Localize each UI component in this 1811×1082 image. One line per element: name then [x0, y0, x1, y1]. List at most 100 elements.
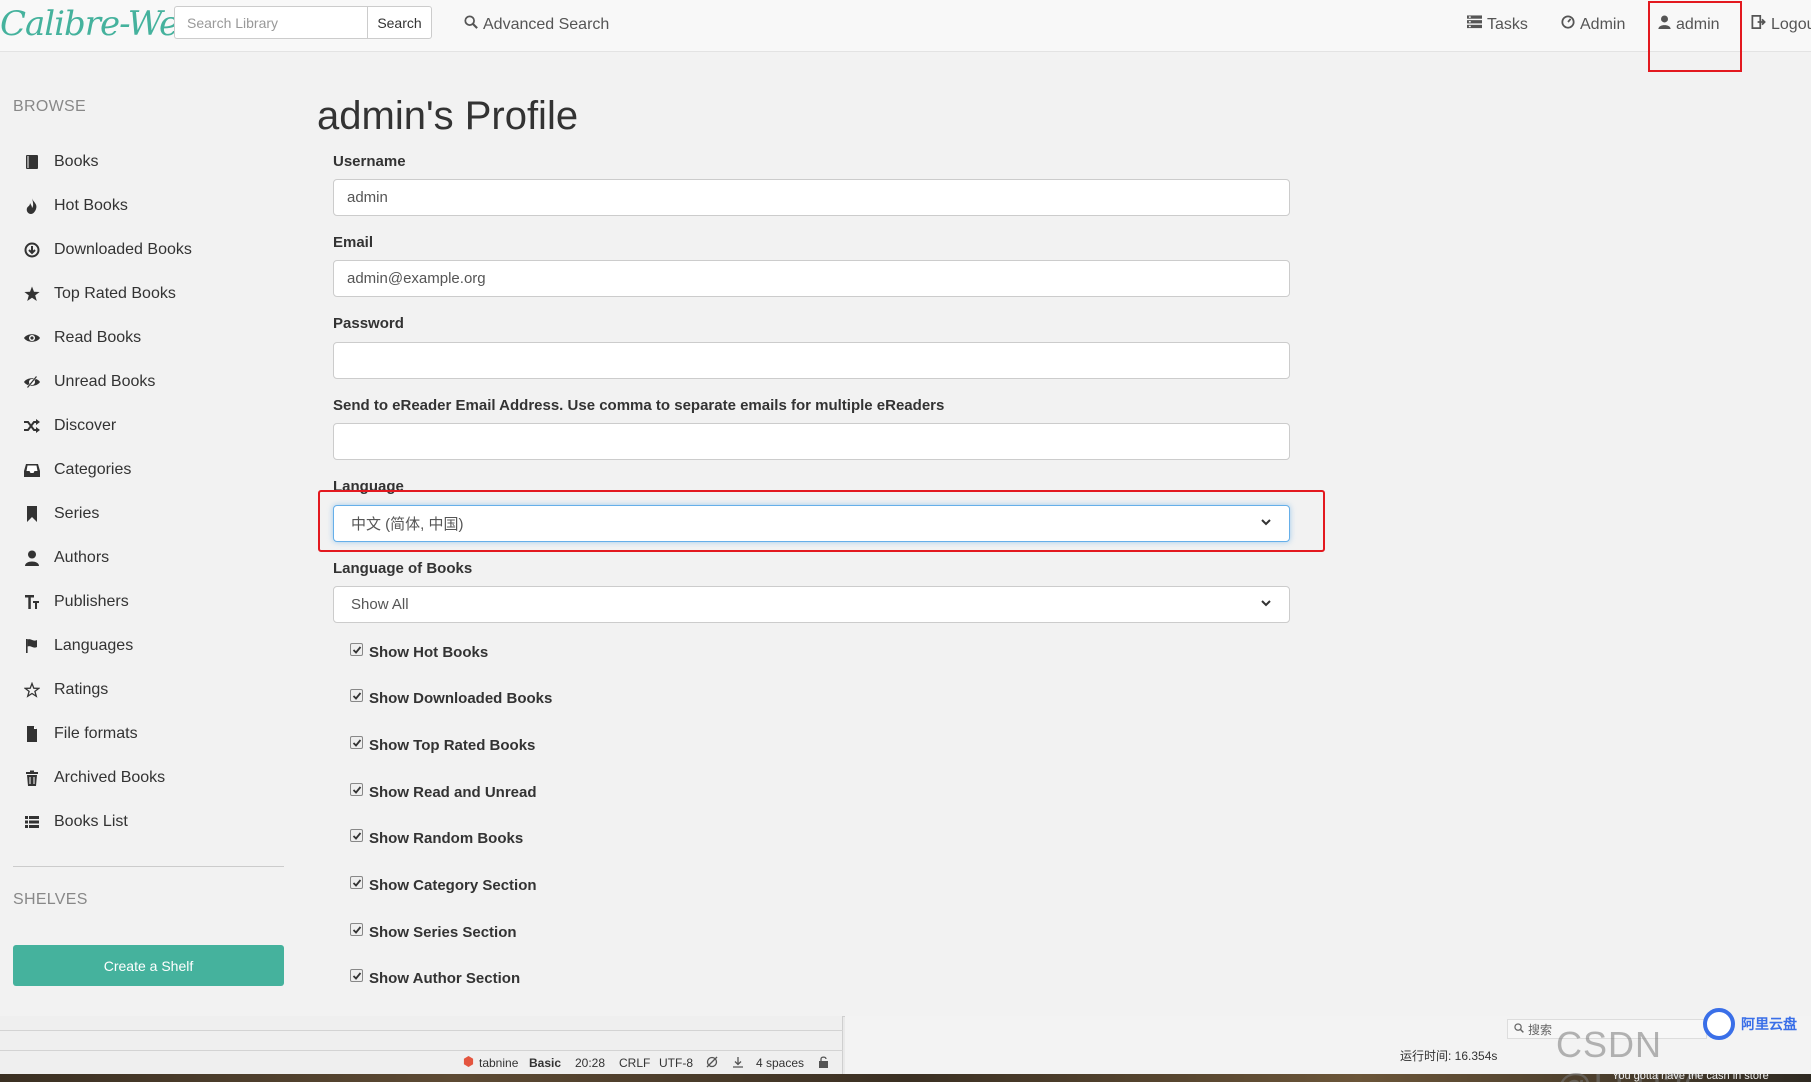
username-field[interactable]: admin — [333, 179, 1290, 216]
list-icon — [22, 812, 42, 832]
password-label: Password — [333, 315, 404, 332]
sidebar-item-label: Top Rated Books — [54, 285, 176, 302]
file-icon — [22, 724, 42, 744]
brand-logo[interactable]: Calibre-Web — [0, 4, 200, 44]
admin-link[interactable]: Admin — [1561, 15, 1625, 34]
wallpaper-caption: You gotta have the cash in store — [1612, 1070, 1769, 1082]
shuffle-icon — [22, 416, 42, 436]
checkbox-label: Show Top Rated Books — [369, 737, 536, 754]
sidebar-item-label: Books List — [54, 813, 128, 830]
browse-heading: BROWSE — [13, 98, 86, 115]
no-sync-icon[interactable] — [706, 1056, 718, 1071]
ereader-email-field[interactable] — [333, 423, 1290, 460]
star-icon — [22, 284, 42, 304]
indent-setting[interactable]: 4 spaces — [756, 1056, 804, 1070]
ereader-email-label: Send to eReader Email Address. Use comma… — [333, 397, 945, 414]
chevron-down-icon — [1260, 596, 1272, 613]
sidebar-item-downloaded-books[interactable]: Downloaded Books — [22, 237, 192, 263]
checkbox-label: Show Series Section — [369, 924, 517, 941]
flag-icon — [22, 636, 42, 656]
show-downloaded-books-checkbox[interactable]: Show Downloaded Books — [350, 689, 553, 707]
tabnine-icon[interactable] — [463, 1056, 474, 1070]
email-field[interactable]: admin@example.org — [333, 260, 1290, 297]
checkbox-checked-icon[interactable] — [350, 689, 363, 702]
sidebar-item-authors[interactable]: Authors — [22, 545, 109, 571]
search-button[interactable]: Search — [367, 6, 432, 39]
line-ending[interactable]: CRLF — [619, 1056, 650, 1070]
logout-icon — [1751, 15, 1766, 34]
checkbox-checked-icon[interactable] — [350, 783, 363, 796]
sidebar-item-languages[interactable]: Languages — [22, 633, 133, 659]
sidebar-item-discover[interactable]: Discover — [22, 413, 116, 439]
advanced-search-link[interactable]: Advanced Search — [464, 15, 609, 34]
bookmark-icon — [22, 504, 42, 524]
inbox-icon — [22, 460, 42, 480]
download-status-icon[interactable] — [732, 1056, 744, 1071]
sidebar-item-label: Discover — [54, 417, 117, 434]
checkbox-checked-icon[interactable] — [350, 829, 363, 842]
show-top-rated-books-checkbox[interactable]: Show Top Rated Books — [350, 736, 536, 754]
checkbox-label: Show Category Section — [369, 877, 537, 894]
checkbox-label: Show Author Section — [369, 970, 521, 987]
sidebar-item-archived-books[interactable]: Archived Books — [22, 765, 165, 791]
book-language-label: Language of Books — [333, 560, 473, 577]
password-field[interactable] — [333, 342, 1290, 379]
ide-status-bar: tabnine Basic 20:28 CRLF UTF-8 4 spaces — [0, 1052, 843, 1074]
sidebar-item-series[interactable]: Series — [22, 501, 99, 527]
highlight-box-user — [1648, 1, 1742, 72]
sidebar-item-label: Ratings — [54, 681, 109, 698]
username-label: Username — [333, 153, 406, 170]
checkbox-checked-icon[interactable] — [350, 923, 363, 936]
tasks-icon — [1467, 15, 1482, 34]
sidebar-item-top-rated[interactable]: Top Rated Books — [22, 281, 176, 307]
sidebar-item-label: Downloaded Books — [54, 241, 192, 258]
checkbox-label: Show Downloaded Books — [369, 690, 553, 707]
cursor-position[interactable]: 20:28 — [575, 1056, 605, 1070]
show-category-section-checkbox[interactable]: Show Category Section — [350, 876, 537, 894]
sidebar-item-read-books[interactable]: Read Books — [22, 325, 141, 351]
star-empty-icon — [22, 680, 42, 700]
sidebar-item-books-list[interactable]: Books List — [22, 809, 128, 835]
tasks-link[interactable]: Tasks — [1467, 15, 1528, 34]
panel-search-label: 搜索 — [1528, 1022, 1553, 1037]
checkbox-checked-icon[interactable] — [350, 643, 363, 656]
create-shelf-button[interactable]: Create a Shelf — [13, 945, 284, 986]
sidebar-item-label: Languages — [54, 637, 134, 654]
user-icon — [22, 548, 42, 568]
book-language-select[interactable]: Show All — [333, 586, 1290, 623]
sidebar-item-label: Books — [54, 153, 99, 170]
sidebar-item-label: Archived Books — [54, 769, 166, 786]
sidebar-item-label: Read Books — [54, 329, 142, 346]
sidebar-item-hot-books[interactable]: Hot Books — [22, 193, 128, 219]
book-icon — [22, 152, 42, 172]
file-encoding[interactable]: UTF-8 — [659, 1056, 693, 1070]
sidebar-item-unread-books[interactable]: Unread Books — [22, 369, 155, 395]
trash-icon — [22, 768, 42, 788]
tabnine-plan: Basic — [529, 1056, 562, 1070]
page-title: admin's Profile — [317, 94, 579, 138]
checkbox-checked-icon[interactable] — [350, 969, 363, 982]
email-label: Email — [333, 234, 374, 251]
sidebar-item-categories[interactable]: Categories — [22, 457, 131, 483]
tabnine-label[interactable]: tabnine — [479, 1056, 518, 1070]
sidebar-item-publishers[interactable]: Publishers — [22, 589, 129, 615]
logout-link[interactable]: Logou — [1751, 15, 1811, 34]
show-series-section-checkbox[interactable]: Show Series Section — [350, 923, 517, 941]
lock-icon[interactable] — [818, 1056, 829, 1071]
dashboard-icon — [1561, 15, 1575, 34]
checkbox-checked-icon[interactable] — [350, 736, 363, 749]
show-hot-books-checkbox[interactable]: Show Hot Books — [350, 643, 488, 661]
sidebar-divider — [13, 866, 284, 867]
sidebar-item-books[interactable]: Books — [22, 149, 98, 175]
show-author-section-checkbox[interactable]: Show Author Section — [350, 969, 521, 987]
search-input[interactable] — [174, 6, 367, 39]
sidebar-item-ratings[interactable]: Ratings — [22, 677, 108, 703]
top-navbar: Calibre-Web Search Advanced Search Tasks… — [0, 0, 1811, 52]
sidebar-item-file-formats[interactable]: File formats — [22, 721, 138, 747]
logout-label: Logou — [1771, 15, 1811, 33]
show-random-books-checkbox[interactable]: Show Random Books — [350, 829, 523, 847]
search-icon — [464, 15, 478, 34]
advanced-search-label: Advanced Search — [483, 15, 610, 33]
checkbox-checked-icon[interactable] — [350, 876, 363, 889]
show-read-unread-checkbox[interactable]: Show Read and Unread — [350, 783, 537, 801]
